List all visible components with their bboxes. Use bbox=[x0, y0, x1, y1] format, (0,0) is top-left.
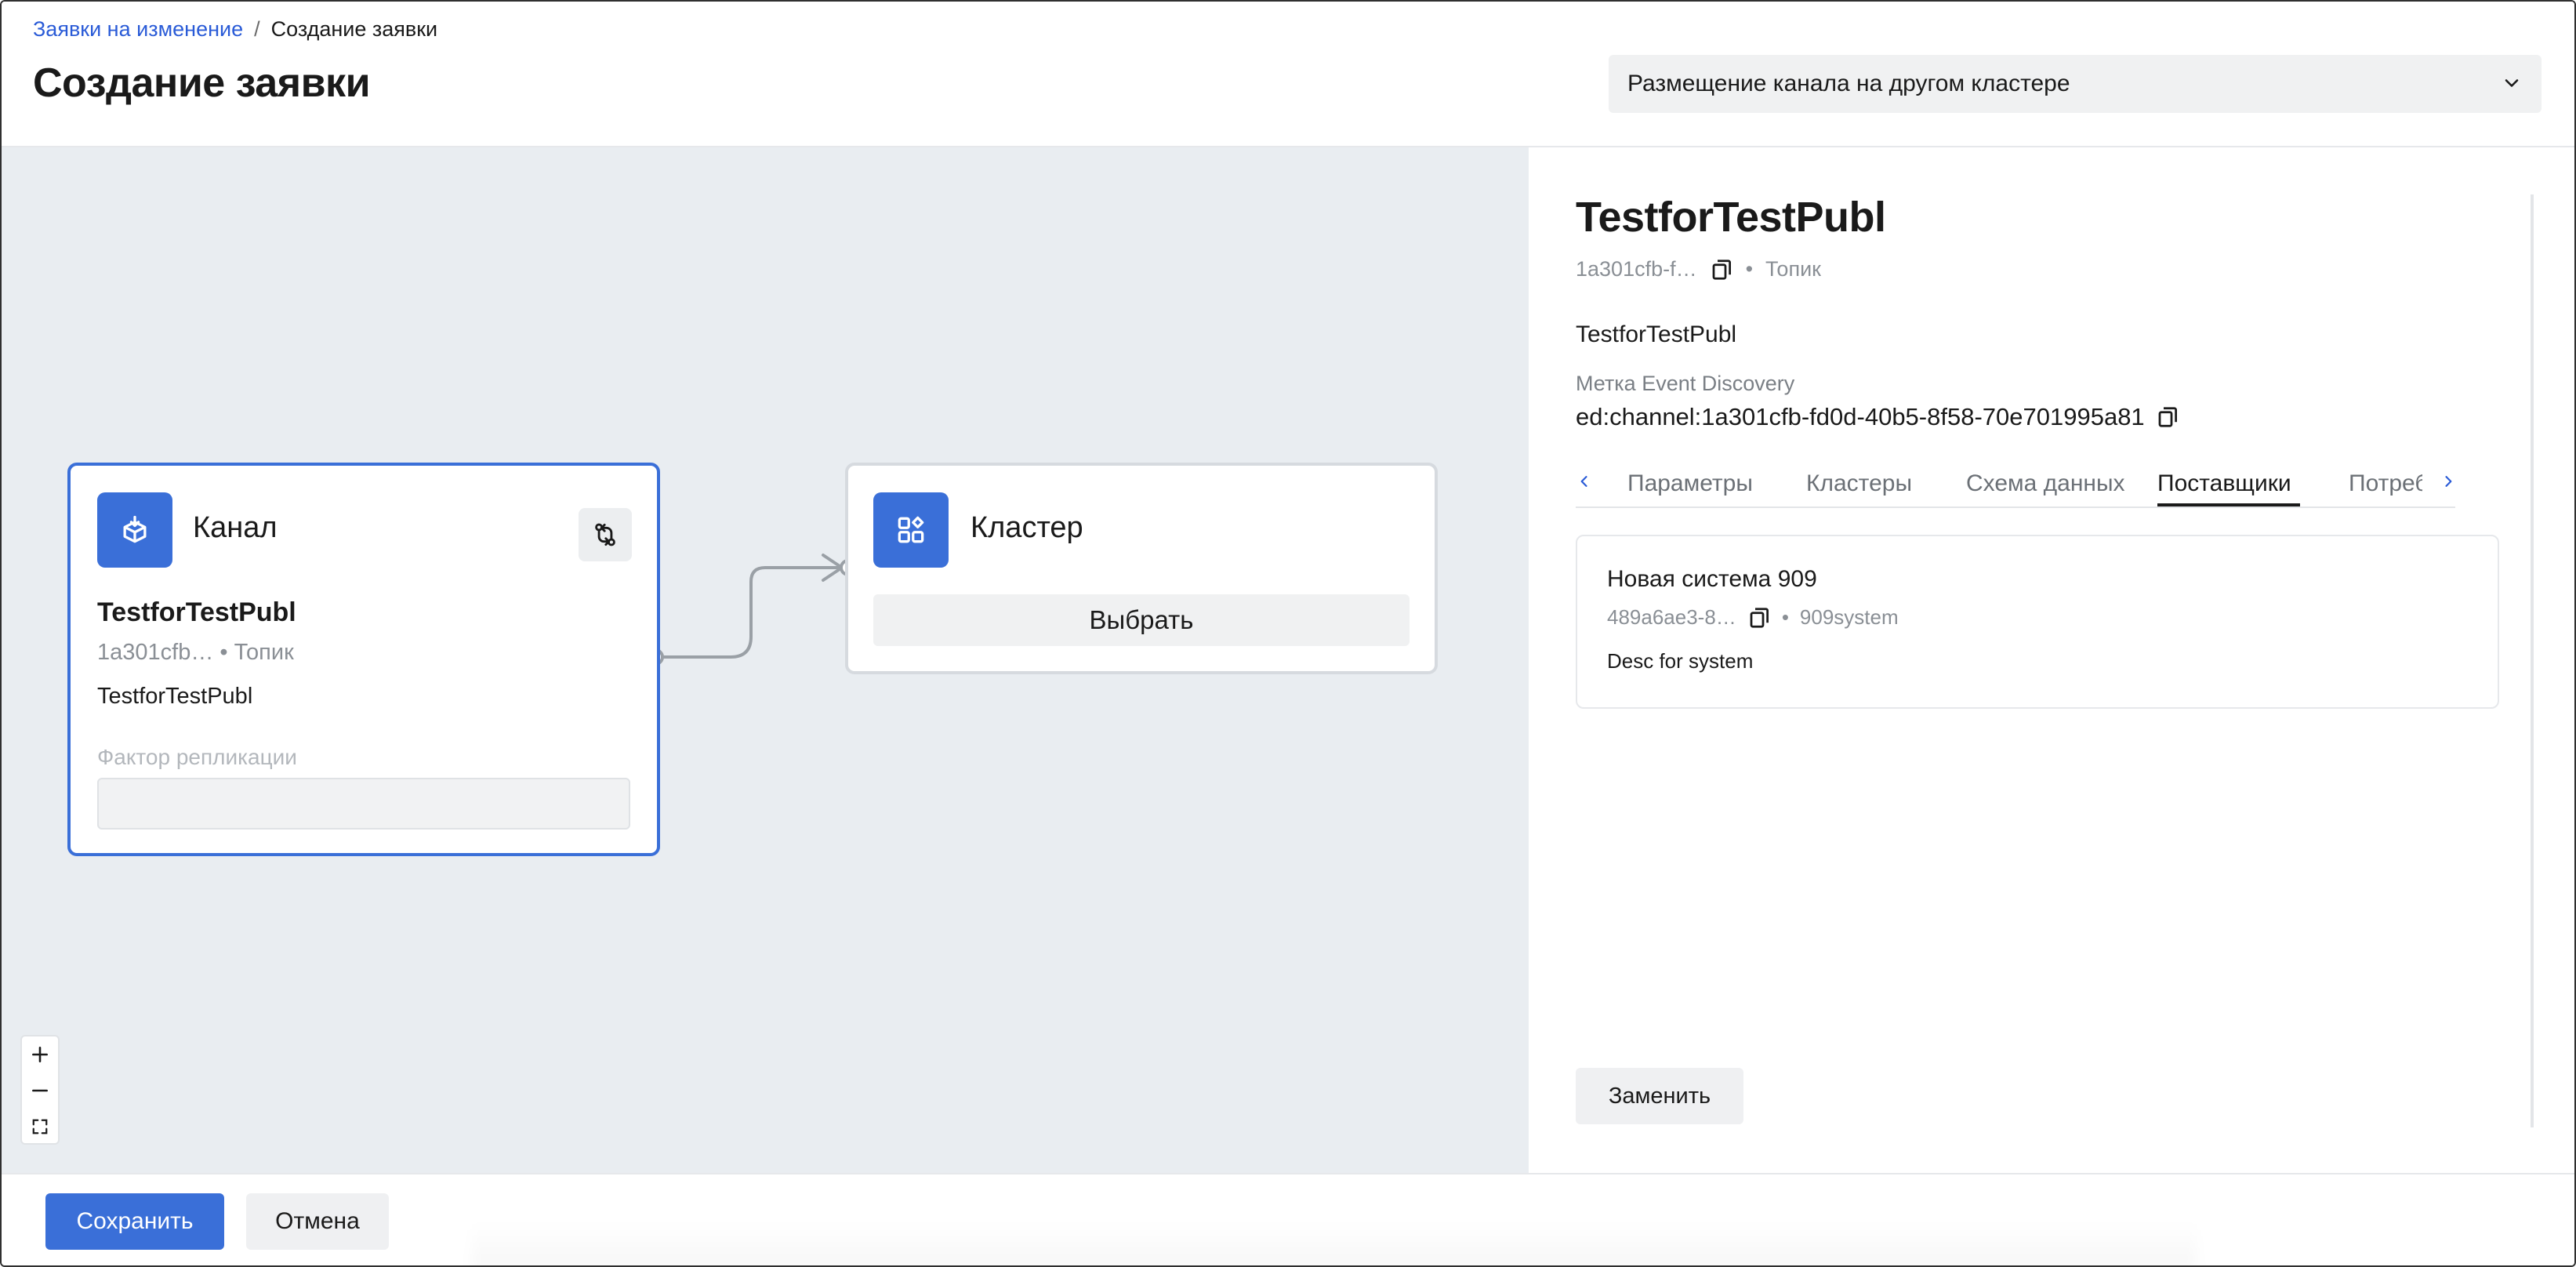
app-window: Заявки на изменение / Создание заявки Со… bbox=[0, 0, 2576, 1267]
cancel-button[interactable]: Отмена bbox=[246, 1193, 389, 1250]
supplier-name: Новая система 909 bbox=[1607, 566, 1817, 592]
details-tabs: Параметры Кластеры Схема данных Поставщи… bbox=[1576, 464, 2455, 508]
details-type: Топик bbox=[1765, 257, 1821, 281]
page-title: Создание заявки bbox=[33, 60, 371, 106]
event-discovery-text: ed:channel:1a301cfb-fd0d-40b5-8f58-70e70… bbox=[1576, 403, 2145, 430]
swap-button[interactable] bbox=[579, 508, 632, 561]
zoom-out-button[interactable] bbox=[22, 1073, 58, 1109]
edge-arrowhead bbox=[822, 554, 844, 582]
channel-meta: 1a301cfb… • Топик bbox=[97, 640, 294, 665]
tab-clusters[interactable]: Кластеры bbox=[1806, 470, 1912, 497]
breadcrumb-separator: / bbox=[254, 17, 260, 41]
tabs-strip: Параметры Кластеры Схема данных Поставщи… bbox=[1607, 464, 2422, 508]
tab-consumers[interactable]: Потреб bbox=[2349, 470, 2422, 497]
replication-factor-input[interactable] bbox=[97, 778, 630, 830]
breadcrumb-current: Создание заявки bbox=[270, 17, 438, 41]
tab-data-schema[interactable]: Схема данных bbox=[1966, 470, 2125, 497]
channel-box-icon bbox=[97, 492, 172, 568]
tabs-scroll-left[interactable] bbox=[1573, 466, 1596, 497]
swap-arrows-icon bbox=[595, 523, 615, 546]
request-type-select[interactable]: Размещение канала на другом кластере bbox=[1609, 55, 2542, 113]
supplier-id: 489a6ae3-8… bbox=[1607, 605, 1736, 629]
request-type-value: Размещение канала на другом кластере bbox=[1627, 71, 2070, 96]
channel-name: TestforTestPubl bbox=[97, 597, 296, 627]
select-cluster-button[interactable]: Выбрать bbox=[873, 594, 1410, 646]
fit-view-button[interactable] bbox=[22, 1109, 58, 1145]
chevron-right-icon bbox=[2445, 476, 2452, 487]
channel-description: TestforTestPubl bbox=[97, 684, 253, 709]
supplier-code: 909system bbox=[1799, 605, 1899, 629]
copy-icon[interactable] bbox=[2156, 405, 2179, 429]
tab-suppliers[interactable]: Поставщики bbox=[2157, 470, 2291, 497]
details-panel: TestforTestPubl 1a301cfb-f… • Топик Test… bbox=[1529, 147, 2574, 1173]
zoom-in-button[interactable] bbox=[22, 1036, 58, 1073]
channel-node[interactable]: Канал TestforTestPubl 1a301cfb… • Топик … bbox=[67, 463, 660, 856]
event-discovery-value: ed:channel:1a301cfb-fd0d-40b5-8f58-70e70… bbox=[1576, 403, 2179, 431]
channel-node-title: Канал bbox=[193, 511, 278, 544]
supplier-meta: 489a6ae3-8… • 909system bbox=[1607, 605, 1899, 630]
page-footer: Сохранить Отмена bbox=[2, 1173, 2574, 1265]
active-tab-indicator bbox=[2157, 503, 2300, 506]
meta-separator: • bbox=[1745, 257, 1754, 281]
zoom-controls bbox=[20, 1035, 60, 1145]
page-header: Заявки на изменение / Создание заявки Со… bbox=[2, 2, 2574, 147]
copy-icon[interactable] bbox=[1710, 258, 1733, 281]
cluster-node[interactable]: Кластер Выбрать bbox=[845, 463, 1438, 674]
supplier-description: Desc for system bbox=[1607, 649, 1754, 673]
breadcrumb-link-requests[interactable]: Заявки на изменение bbox=[33, 17, 243, 42]
chevron-down-icon bbox=[2505, 79, 2519, 87]
breadcrumb: Заявки на изменение / Создание заявки bbox=[33, 17, 437, 42]
cluster-grid-icon bbox=[873, 492, 949, 568]
details-meta: 1a301cfb-f… • Топик bbox=[1576, 257, 1821, 281]
footer-shadow bbox=[472, 1222, 2197, 1265]
event-discovery-label: Метка Event Discovery bbox=[1576, 372, 1795, 395]
save-button[interactable]: Сохранить bbox=[45, 1193, 224, 1250]
tab-parameters[interactable]: Параметры bbox=[1627, 470, 1753, 497]
chevron-left-icon bbox=[1580, 476, 1587, 487]
flow-canvas[interactable]: Канал TestforTestPubl 1a301cfb… • Топик … bbox=[2, 147, 1529, 1173]
cluster-node-title: Кластер bbox=[971, 511, 1083, 544]
fit-view-icon bbox=[32, 1119, 48, 1134]
details-title: TestforTestPubl bbox=[1576, 194, 1886, 241]
details-description: TestforTestPubl bbox=[1576, 321, 1737, 347]
tabs-scroll-right[interactable] bbox=[2436, 466, 2460, 497]
replication-factor-label: Фактор репликации bbox=[97, 745, 297, 769]
supplier-card[interactable]: Новая система 909 489a6ae3-8… • 909syste… bbox=[1576, 535, 2499, 709]
plus-icon bbox=[32, 1047, 48, 1062]
replace-button[interactable]: Заменить bbox=[1576, 1068, 1743, 1124]
panel-scrollbar[interactable] bbox=[2531, 194, 2534, 1127]
details-id: 1a301cfb-f… bbox=[1576, 257, 1697, 281]
edge-channel-cluster bbox=[657, 566, 845, 659]
copy-icon[interactable] bbox=[1747, 606, 1771, 630]
minus-icon bbox=[32, 1089, 48, 1092]
supplier-meta-separator: • bbox=[1781, 605, 1789, 629]
